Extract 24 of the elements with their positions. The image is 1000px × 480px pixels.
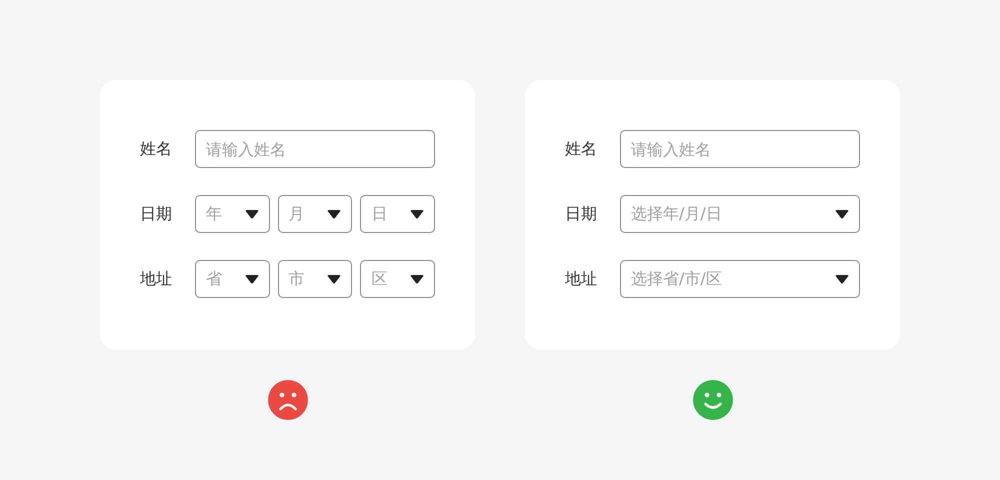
dropdown-caret-icon [835, 274, 849, 284]
dropdown-select[interactable]: 省 [195, 260, 270, 298]
dropdown-select[interactable]: 月 [278, 195, 352, 233]
dropdown-caret-icon [410, 210, 424, 218]
dropdown-caret-icon [244, 274, 259, 284]
field-label: 姓名 [565, 138, 598, 160]
name-input-field[interactable]: 请输入姓名 [195, 130, 435, 168]
dropdown-caret-icon [327, 210, 342, 218]
field-label: 姓名 [140, 138, 173, 160]
field-label: 日期 [140, 204, 173, 224]
dropdown-select[interactable]: 日 [360, 195, 436, 233]
name-input-field[interactable]: 请输入姓名 [620, 130, 860, 168]
field-label: 日期 [565, 204, 598, 224]
dropdown-select[interactable]: 区 [360, 260, 436, 298]
dropdown-select[interactable]: 年 [195, 195, 270, 233]
dropdown-caret-icon [244, 210, 259, 218]
dropdown-caret-icon [835, 210, 849, 218]
dropdown-caret-icon [410, 274, 424, 284]
dropdown-select[interactable]: 市 [278, 260, 352, 298]
dropdown-caret-icon [327, 274, 342, 284]
field-label: 地址 [140, 268, 173, 290]
field-label: 地址 [565, 268, 598, 290]
dropdown-select[interactable]: 选择年/月/日 [620, 195, 860, 233]
dropdown-select[interactable]: 选择省/市/区 [620, 260, 860, 298]
